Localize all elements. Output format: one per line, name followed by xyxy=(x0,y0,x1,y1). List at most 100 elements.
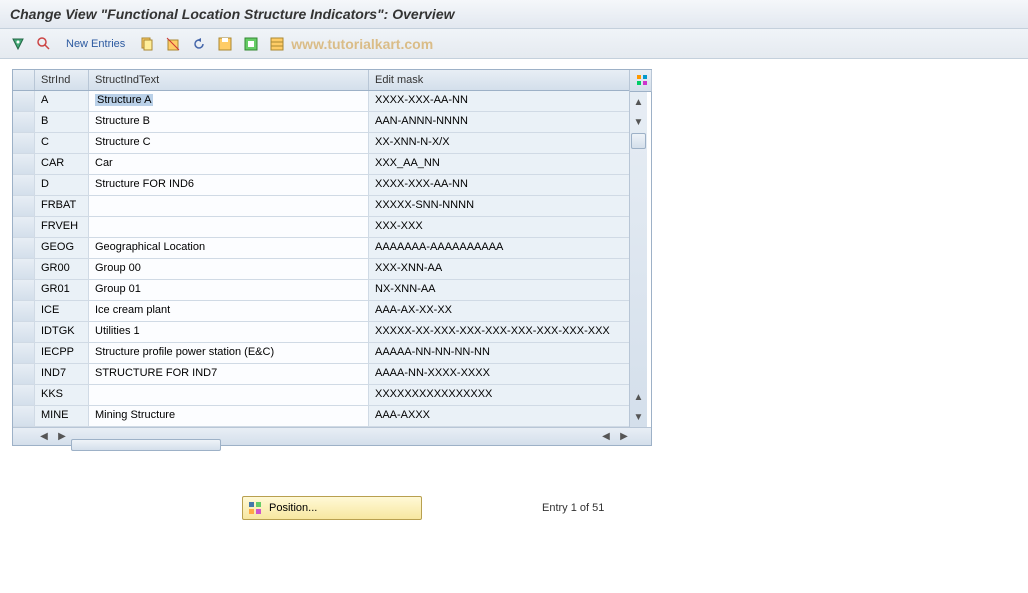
cell-strind[interactable]: IECPP xyxy=(35,343,89,363)
cell-mask[interactable]: AAA-AX-XX-XX xyxy=(369,301,629,321)
hscroll-left-icon[interactable]: ◀ xyxy=(35,429,53,445)
cell-strind[interactable]: IND7 xyxy=(35,364,89,384)
cell-text[interactable]: STRUCTURE FOR IND7 xyxy=(89,364,369,384)
hscroll-thumb[interactable] xyxy=(71,439,221,451)
row-selector[interactable] xyxy=(13,112,35,132)
cell-mask[interactable]: XXX-XXX xyxy=(369,217,629,237)
cell-text[interactable]: Mining Structure xyxy=(89,406,369,426)
table-row[interactable]: CARCarXXX_AA_NN xyxy=(13,154,629,175)
row-selector[interactable] xyxy=(13,175,35,195)
horizontal-scrollbar[interactable]: ◀ ▶ ◀ ▶ xyxy=(13,427,651,445)
scroll-up-icon[interactable]: ▲ xyxy=(630,92,647,112)
table-row[interactable]: CStructure CXX-XNN-N-X/X xyxy=(13,133,629,154)
cell-text[interactable]: Utilities 1 xyxy=(89,322,369,342)
cell-text[interactable]: Group 00 xyxy=(89,259,369,279)
row-selector[interactable] xyxy=(13,364,35,384)
cell-text[interactable]: Structure profile power station (E&C) xyxy=(89,343,369,363)
cell-strind[interactable]: KKS xyxy=(35,385,89,405)
col-text[interactable]: StructIndText xyxy=(89,70,369,90)
cell-text[interactable]: Group 01 xyxy=(89,280,369,300)
col-selector[interactable] xyxy=(13,70,35,90)
col-mask[interactable]: Edit mask xyxy=(369,70,629,90)
cell-mask[interactable]: NX-XNN-AA xyxy=(369,280,629,300)
cell-mask[interactable]: XXXXX-XX-XXX-XXX-XXX-XXX-XXX-XXX-XXX xyxy=(369,322,629,342)
cell-mask[interactable]: XXX_AA_NN xyxy=(369,154,629,174)
table-row[interactable]: FRVEH XXX-XXX xyxy=(13,217,629,238)
cell-mask[interactable]: AAN-ANNN-NNNN xyxy=(369,112,629,132)
row-selector[interactable] xyxy=(13,406,35,426)
select-all-icon[interactable] xyxy=(241,34,261,54)
cell-strind[interactable]: D xyxy=(35,175,89,195)
cell-mask[interactable]: XXX-XNN-AA xyxy=(369,259,629,279)
cell-mask[interactable]: XXXX-XXX-AA-NN xyxy=(369,175,629,195)
cell-mask[interactable]: XX-XNN-N-X/X xyxy=(369,133,629,153)
select-block-icon[interactable] xyxy=(267,34,287,54)
row-selector[interactable] xyxy=(13,259,35,279)
cell-text[interactable]: Structure B xyxy=(89,112,369,132)
row-selector[interactable] xyxy=(13,91,35,111)
row-selector[interactable] xyxy=(13,196,35,216)
cell-text[interactable]: Structure FOR IND6 xyxy=(89,175,369,195)
vertical-scrollbar[interactable]: ▲ ▼ ▲ ▼ xyxy=(629,70,647,427)
row-selector[interactable] xyxy=(13,322,35,342)
scroll-track[interactable] xyxy=(630,132,647,387)
save-icon[interactable] xyxy=(215,34,235,54)
row-selector[interactable] xyxy=(13,301,35,321)
hscroll-right2-icon[interactable]: ▶ xyxy=(615,429,633,445)
row-selector[interactable] xyxy=(13,280,35,300)
scroll-thumb[interactable] xyxy=(631,133,646,149)
table-row[interactable]: IND7STRUCTURE FOR IND7AAAA-NN-XXXX-XXXX xyxy=(13,364,629,385)
cell-text[interactable]: Ice cream plant xyxy=(89,301,369,321)
table-row[interactable]: IECPPStructure profile power station (E&… xyxy=(13,343,629,364)
find-icon[interactable] xyxy=(34,34,54,54)
cell-strind[interactable]: ICE xyxy=(35,301,89,321)
row-selector[interactable] xyxy=(13,385,35,405)
other-view-icon[interactable] xyxy=(8,34,28,54)
copy-icon[interactable] xyxy=(137,34,157,54)
table-row[interactable]: DStructure FOR IND6XXXX-XXX-AA-NN xyxy=(13,175,629,196)
cell-strind[interactable]: GEOG xyxy=(35,238,89,258)
hscroll-left2-icon[interactable]: ◀ xyxy=(597,429,615,445)
cell-strind[interactable]: FRBAT xyxy=(35,196,89,216)
position-button[interactable]: Position... xyxy=(242,496,422,520)
cell-mask[interactable]: AAAAA-NN-NN-NN-NN xyxy=(369,343,629,363)
table-row[interactable]: AStructure AXXXX-XXX-AA-NN xyxy=(13,91,629,112)
cell-text[interactable]: Geographical Location xyxy=(89,238,369,258)
cell-mask[interactable]: XXXX-XXX-AA-NN xyxy=(369,91,629,111)
cell-text[interactable] xyxy=(89,385,369,405)
cell-strind[interactable]: A xyxy=(35,91,89,111)
row-selector[interactable] xyxy=(13,343,35,363)
cell-mask[interactable]: AAA-AXXX xyxy=(369,406,629,426)
table-row[interactable]: IDTGKUtilities 1XXXXX-XX-XXX-XXX-XXX-XXX… xyxy=(13,322,629,343)
cell-strind[interactable]: FRVEH xyxy=(35,217,89,237)
table-row[interactable]: BStructure BAAN-ANNN-NNNN xyxy=(13,112,629,133)
table-row[interactable]: KKS XXXXXXXXXXXXXXXX xyxy=(13,385,629,406)
cell-mask[interactable]: AAAA-NN-XXXX-XXXX xyxy=(369,364,629,384)
row-selector[interactable] xyxy=(13,217,35,237)
delete-icon[interactable] xyxy=(163,34,183,54)
table-row[interactable]: GR01Group 01NX-XNN-AA xyxy=(13,280,629,301)
row-selector[interactable] xyxy=(13,238,35,258)
scroll-down-icon[interactable]: ▼ xyxy=(630,112,647,132)
table-row[interactable]: MINEMining StructureAAA-AXXX xyxy=(13,406,629,427)
cell-mask[interactable]: AAAAAAA-AAAAAAAAAA xyxy=(369,238,629,258)
scroll-down2-icon[interactable]: ▼ xyxy=(630,407,647,427)
cell-mask[interactable]: XXXXX-SNN-NNNN xyxy=(369,196,629,216)
cell-strind[interactable]: C xyxy=(35,133,89,153)
table-row[interactable]: FRBAT XXXXX-SNN-NNNN xyxy=(13,196,629,217)
hscroll-right-icon[interactable]: ▶ xyxy=(53,429,71,445)
table-config-icon[interactable] xyxy=(630,70,652,92)
cell-mask[interactable]: XXXXXXXXXXXXXXXX xyxy=(369,385,629,405)
cell-text[interactable]: Car xyxy=(89,154,369,174)
new-entries-button[interactable]: New Entries xyxy=(66,38,125,50)
cell-strind[interactable]: IDTGK xyxy=(35,322,89,342)
scroll-up2-icon[interactable]: ▲ xyxy=(630,387,647,407)
cell-strind[interactable]: GR00 xyxy=(35,259,89,279)
table-row[interactable]: ICEIce cream plantAAA-AX-XX-XX xyxy=(13,301,629,322)
row-selector[interactable] xyxy=(13,154,35,174)
cell-text[interactable]: Structure C xyxy=(89,133,369,153)
cell-strind[interactable]: B xyxy=(35,112,89,132)
cell-strind[interactable]: MINE xyxy=(35,406,89,426)
table-row[interactable]: GEOGGeographical LocationAAAAAAA-AAAAAAA… xyxy=(13,238,629,259)
table-row[interactable]: GR00Group 00XXX-XNN-AA xyxy=(13,259,629,280)
